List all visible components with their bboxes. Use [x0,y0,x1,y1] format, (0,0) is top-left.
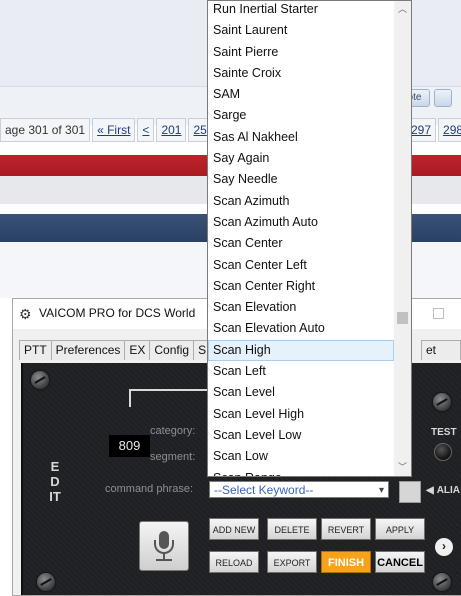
tab-bar: PTT Preferences EX Config S [19,340,212,360]
page-first-link[interactable]: « First [92,118,136,142]
tab-ex[interactable]: EX [124,340,151,360]
page-link-201[interactable]: 201 [156,118,187,142]
keyword-select-value: --Select Keyword-- [214,483,314,497]
tab-config[interactable]: Config [149,340,195,360]
page-count: age 301 of 301 [0,118,91,142]
dropdown-option[interactable]: Sas Al Nakheel [208,127,394,148]
delete-button[interactable]: DELETE [267,518,317,540]
cancel-button[interactable]: CANCEL [375,551,425,573]
dropdown-option[interactable]: Scan High [208,339,394,362]
scroll-down-icon[interactable]: ﹀ [394,459,411,476]
category-label: category: [150,425,196,437]
page-link-298[interactable]: 298 [438,118,461,142]
dropdown-option[interactable]: Run Inertial Starter [208,1,394,20]
dropdown-option[interactable]: Sainte Croix [208,63,394,84]
add-new-button[interactable]: ADD NEW [209,518,259,540]
dropdown-arrow-icon: ▾ [378,485,384,496]
quote-button-2[interactable] [434,89,453,107]
pagination-right: 297 298 [404,118,461,142]
tab-set[interactable]: et [421,340,461,360]
reload-button[interactable]: RELOAD [209,551,259,573]
dropdown-option[interactable]: Sarge [208,105,394,126]
screw-icon [433,573,451,591]
revert-button[interactable]: REVERT [321,518,371,540]
dropdown-option[interactable]: Scan Level Low [208,425,394,446]
entry-number-display: 809 [109,435,150,457]
vaicom-app-icon: ⚙ [19,306,32,322]
dropdown-option[interactable]: Scan Center [208,233,394,254]
edit-label: EDIT [49,459,61,504]
alias-label-text: ALIA [436,485,461,496]
chevron-right-icon[interactable]: › [435,538,453,556]
segment-label: segment: [150,451,196,463]
keyword-options: Run Inertial Starter Saint Laurent Saint P… [208,1,394,476]
dropdown-option[interactable]: Scan Level [208,382,394,403]
window-title: VAICOM PRO for DCS World [39,306,196,320]
scrollbar-thumb[interactable] [397,312,408,324]
apply-button[interactable]: APPLY [375,518,425,540]
dropdown-option[interactable]: Scan Center Right [208,276,394,297]
microphone-button[interactable] [139,521,189,571]
tab-ptt[interactable]: PTT [19,340,52,360]
test-label: TEST [431,427,457,438]
alias-label: ◀ ALIA [426,485,461,496]
screw-icon [433,393,451,411]
test-indicator[interactable] [434,443,452,461]
edit-vertical-label: EDIT [49,459,61,504]
finish-button[interactable]: FINISH [321,551,371,573]
pagination: age 301 of 301 « First < 201 25 [0,118,214,142]
dropdown-option[interactable]: Saint Pierre [208,42,394,63]
export-button[interactable]: EXPORT [267,551,317,573]
dropdown-option[interactable]: Scan Azimuth Auto [208,212,394,233]
keyword-select[interactable]: --Select Keyword-- ▾ [209,481,389,498]
dropdown-option[interactable]: Say Needle [208,169,394,190]
dropdown-option[interactable]: Scan Elevation Auto [208,318,394,339]
dropdown-option[interactable]: Scan Left [208,361,394,382]
dropdown-option[interactable]: Scan Low [208,446,394,467]
scroll-up-icon[interactable]: ︿ [394,1,411,18]
dropdown-option[interactable]: Say Again [208,148,394,169]
dropdown-scrollbar[interactable]: ︿ ﹀ [394,1,411,476]
screw-icon [37,573,55,591]
dropdown-option[interactable]: Scan Center Left [208,255,394,276]
dropdown-option[interactable]: SAM [208,84,394,105]
page-prev-link[interactable]: < [137,118,155,142]
dropdown-option[interactable]: Scan Azimuth [208,191,394,212]
dropdown-option[interactable]: Saint Laurent [208,20,394,41]
dropdown-option[interactable]: Scan Range [208,468,394,476]
dropdown-option[interactable]: Scan Level High [208,404,394,425]
screw-icon [31,371,49,389]
command-phrase-label: command phrase: [105,483,194,495]
alias-box[interactable] [399,481,421,503]
maximize-button[interactable] [433,308,444,319]
keyword-dropdown-list[interactable]: Run Inertial Starter Saint Laurent Saint P… [207,0,412,477]
tab-preferences[interactable]: Preferences [50,340,126,360]
dropdown-option[interactable]: Scan Elevation [208,297,394,318]
